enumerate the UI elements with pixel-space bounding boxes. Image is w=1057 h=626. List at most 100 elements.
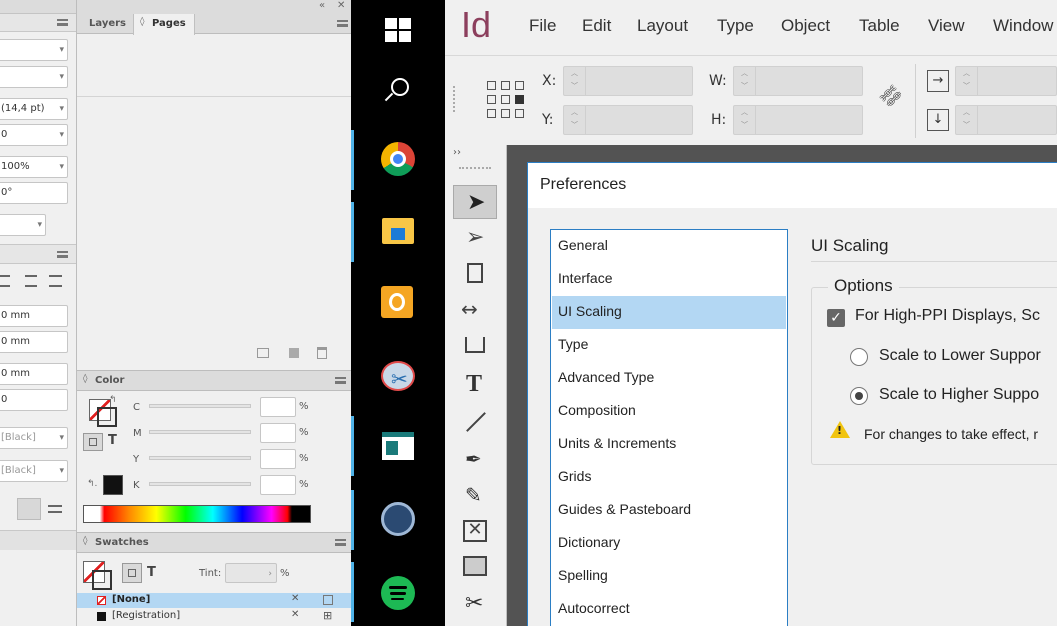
pref-category-grids[interactable]: Grids — [552, 461, 786, 494]
swatch-row-registration[interactable]: [Registration] ✕ ⊞ — [77, 609, 352, 624]
selection-tool[interactable]: ➤ — [453, 185, 497, 219]
color-panel-title[interactable]: Color — [95, 371, 124, 391]
taskbar-snipping-tool[interactable]: ✂ — [351, 345, 441, 405]
scale-x-field[interactable]: ︿ ﹀ — [955, 66, 1057, 96]
character-style-dropdown[interactable]: [Black] — [0, 460, 68, 482]
tab-layers[interactable]: Layers — [89, 14, 126, 34]
tracking-field[interactable]: 0 — [0, 124, 68, 146]
swap-colors-icon[interactable]: ↰ — [109, 395, 117, 405]
h-spinner[interactable]: ︿ ﹀ — [734, 106, 756, 134]
pref-category-guides-pasteboard[interactable]: Guides & Pasteboard — [552, 494, 786, 527]
channel-m-slider[interactable] — [149, 430, 251, 434]
menu-object[interactable]: Object — [781, 16, 830, 36]
first-line-indent-field[interactable]: 0 mm — [0, 331, 68, 353]
high-ppi-checkbox[interactable]: ✓ — [827, 309, 845, 327]
reference-point-icon[interactable] — [487, 81, 525, 119]
bulleted-list-icon[interactable] — [17, 498, 41, 520]
space-before-field[interactable]: 0 mm — [0, 363, 68, 385]
edit-page-size-icon[interactable] — [257, 348, 269, 358]
tab-pages[interactable]: ◊ Pages — [133, 14, 195, 35]
close-panel-icon[interactable]: ✕ — [337, 0, 345, 11]
taskbar-file-explorer[interactable] — [351, 202, 441, 262]
new-page-icon[interactable] — [289, 348, 299, 358]
formatting-text-icon[interactable]: T — [108, 433, 117, 448]
pref-category-dictionary[interactable]: Dictionary — [552, 527, 786, 560]
pref-category-composition[interactable]: Composition — [552, 395, 786, 428]
taskbar-chrome[interactable] — [351, 130, 441, 190]
scale-y-spinner[interactable]: ︿ ﹀ — [956, 106, 978, 134]
y-spinner[interactable]: ︿ ﹀ — [564, 106, 586, 134]
justify-icon[interactable] — [49, 275, 62, 287]
stroke-swatch[interactable] — [97, 407, 117, 427]
delete-page-icon[interactable] — [317, 347, 327, 359]
gap-tool[interactable]: ↔ — [453, 293, 497, 327]
black-swatch[interactable] — [103, 475, 123, 495]
scale-lower-radio[interactable] — [850, 348, 868, 366]
align-left-icon[interactable] — [0, 275, 10, 287]
collapse-icon[interactable]: « — [319, 0, 325, 11]
color-menu-icon[interactable] — [335, 377, 346, 384]
pref-category-spelling[interactable]: Spelling — [552, 560, 786, 593]
pencil-tool[interactable]: ✎ — [453, 479, 497, 513]
tint-arrow-icon[interactable]: › — [268, 564, 272, 582]
align-right-icon[interactable] — [25, 275, 37, 287]
y-field[interactable]: ︿ ﹀ — [563, 105, 693, 135]
font-family-dropdown[interactable] — [0, 39, 68, 61]
pref-category-type[interactable]: Type — [552, 329, 786, 362]
numbered-list-icon[interactable] — [48, 505, 62, 513]
taskbar-start[interactable] — [351, 0, 441, 60]
channel-c-slider[interactable] — [149, 404, 251, 408]
channel-k-field[interactable] — [260, 475, 296, 495]
color-spectrum-ramp[interactable] — [83, 505, 311, 523]
content-collector-tool[interactable] — [453, 329, 497, 363]
menu-window[interactable]: Window — [993, 16, 1053, 36]
swatch-stroke-icon[interactable] — [92, 570, 112, 590]
w-field[interactable]: ︿ ﹀ — [733, 66, 863, 96]
h-field[interactable]: ︿ ﹀ — [733, 105, 863, 135]
type-tool[interactable]: T — [453, 369, 497, 403]
scale-y-icon[interactable]: ↓ — [927, 109, 949, 131]
channel-m-field[interactable] — [260, 423, 296, 443]
left-indent-field[interactable]: 0 mm — [0, 305, 68, 327]
default-colors-icon[interactable]: ↰. — [87, 479, 97, 489]
taskbar-app-window[interactable] — [351, 416, 441, 476]
rectangle-tool[interactable] — [453, 551, 497, 585]
menu-view[interactable]: View — [928, 16, 965, 36]
channel-y-field[interactable] — [260, 449, 296, 469]
swatches-panel-title[interactable]: Swatches — [95, 533, 149, 553]
horizontal-scale-field[interactable]: 100% — [0, 156, 68, 178]
direct-selection-tool[interactable]: ➢ — [453, 221, 497, 255]
menu-table[interactable]: Table — [859, 16, 900, 36]
channel-y-slider[interactable] — [149, 456, 251, 460]
swatch-row-none[interactable]: [None] ✕ — [77, 593, 352, 608]
formatting-container-icon[interactable] — [83, 433, 103, 451]
paragraph-style-dropdown[interactable]: [Black] — [0, 427, 68, 449]
w-spinner[interactable]: ︿ ﹀ — [734, 67, 756, 95]
pref-category-ui-scaling[interactable]: UI Scaling — [552, 296, 786, 329]
indesign-logo[interactable]: Id — [461, 4, 491, 46]
pref-category-advanced-type[interactable]: Advanced Type — [552, 362, 786, 395]
taskbar-outlook[interactable] — [351, 272, 441, 332]
language-dropdown[interactable] — [0, 214, 46, 236]
scale-y-field[interactable]: ︿ ﹀ — [955, 105, 1057, 135]
pref-category-units-increments[interactable]: Units & Increments — [552, 428, 786, 461]
scissors-tool[interactable]: ✂ — [453, 589, 497, 623]
menu-layout[interactable]: Layout — [637, 16, 688, 36]
menu-edit[interactable]: Edit — [582, 16, 611, 36]
constrain-proportions-icon[interactable]: ⛓ — [875, 81, 906, 112]
leading-field[interactable]: (14,4 pt) — [0, 98, 68, 120]
skew-field[interactable]: 0° — [0, 182, 68, 204]
taskbar-teamspeak[interactable] — [351, 490, 441, 550]
menu-file[interactable]: File — [529, 16, 556, 36]
scale-x-icon[interactable]: → — [927, 70, 949, 92]
taskbar-spotify[interactable] — [351, 562, 441, 622]
swatch-text-icon[interactable]: T — [147, 565, 156, 580]
pref-category-autocorrect[interactable]: Autocorrect — [552, 593, 786, 626]
rectangle-frame-tool[interactable]: ✕ — [453, 515, 497, 549]
line-tool[interactable] — [453, 405, 497, 439]
page-tool[interactable] — [453, 257, 497, 291]
scale-x-spinner[interactable]: ︿ ﹀ — [956, 67, 978, 95]
pref-category-general[interactable]: General — [552, 230, 786, 263]
pen-tool[interactable]: ✒ — [453, 443, 497, 477]
channel-c-field[interactable] — [260, 397, 296, 417]
